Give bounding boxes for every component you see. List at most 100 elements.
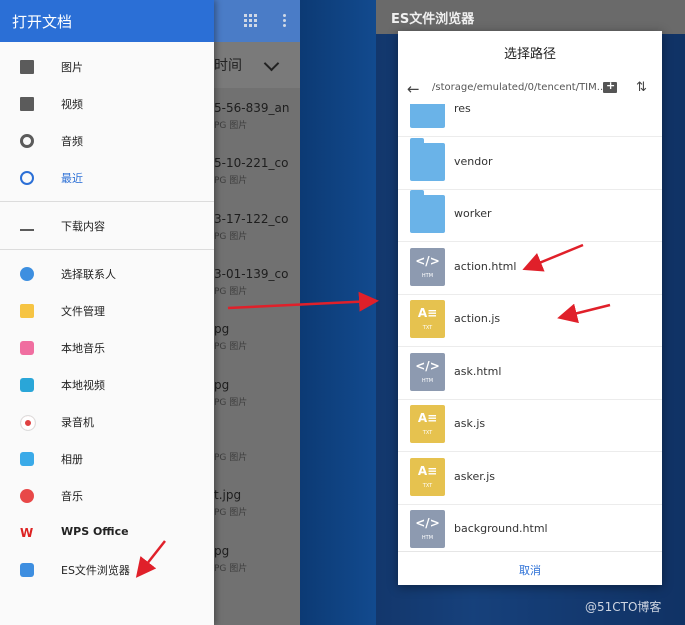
background-file-row[interactable]: 5-10-221_co PG 图片 (214, 156, 300, 196)
drawer-item-label: 选择联系人 (61, 268, 116, 281)
file-list-item[interactable]: </> HTM action.html (398, 242, 662, 295)
recorder-icon (20, 415, 36, 431)
new-folder-icon[interactable] (603, 79, 617, 93)
drawer-item-label: 录音机 (61, 416, 94, 429)
file-list-item[interactable]: </> HTM background.html (398, 504, 662, 549)
es-explorer-icon (20, 563, 34, 577)
sort-label: 时间 (214, 58, 242, 74)
background-file-row[interactable]: 3-01-139_co PG 图片 (214, 267, 300, 307)
file-list-item[interactable]: A≡ TXT asker.js (398, 452, 662, 505)
html-file-icon: </> HTM (410, 510, 445, 548)
watermark: @51CTO博客 (585, 600, 662, 614)
js-file-icon: A≡ TXT (410, 457, 445, 496)
js-file-icon: A≡ TXT (410, 405, 445, 443)
contacts-icon (20, 267, 34, 281)
drawer-item[interactable]: 下载内容 (0, 208, 214, 244)
background-file-meta: PG 图片 (214, 176, 248, 186)
background-file-name: 3-01-139_co (214, 267, 289, 281)
background-file-name: t.jpg (214, 488, 242, 502)
drawer-item[interactable]: ES文件浏览器 (0, 552, 214, 588)
back-arrow-icon[interactable]: ← (407, 80, 420, 98)
drawer-item[interactable]: 文件管理 (0, 293, 214, 329)
file-name: res (454, 104, 471, 115)
drawer-item-label: WPS Office (61, 525, 129, 538)
js-file-icon: A≡ TXT (410, 300, 445, 338)
sort-icon[interactable]: ⇅ (636, 80, 647, 95)
background-file-row[interactable]: 5-56-839_an PG 图片 (214, 101, 300, 141)
background-file-meta: PG 图片 (214, 398, 248, 408)
folder-icon (410, 190, 445, 233)
folder-icon (20, 304, 34, 318)
dialog-title: 选择路径 (503, 47, 556, 62)
file-list-item[interactable]: </> HTM ask.html (398, 347, 662, 400)
file-list-item[interactable]: vendor (398, 137, 662, 190)
drawer-item[interactable]: 相册 (0, 441, 214, 477)
cancel-button[interactable]: 取消 (398, 562, 662, 578)
video-app-icon (20, 378, 34, 392)
background-file-meta: PG 图片 (214, 508, 248, 518)
drawer-item[interactable]: 视频 (0, 86, 214, 122)
es-window-title: ES文件浏览器 (391, 12, 475, 27)
background-file-name: pg (214, 378, 230, 392)
wps-icon: W (20, 526, 34, 540)
file-list-item[interactable]: worker (398, 189, 662, 242)
background-file-name: 5-56-839_an (214, 101, 290, 115)
drawer-item[interactable]: 音频 (0, 123, 214, 159)
file-name: background.html (454, 522, 548, 535)
more-options-icon[interactable] (283, 14, 287, 28)
background-file-row[interactable]: 3-17-122_co PG 图片 (214, 212, 300, 252)
drawer-item[interactable]: 录音机 (0, 404, 214, 440)
background-file-meta: PG 图片 (214, 121, 248, 131)
file-name: vendor (454, 154, 493, 168)
folder-icon (410, 104, 445, 128)
drawer-item[interactable]: 音乐 (0, 478, 214, 514)
background-file-name: 5-10-221_co (214, 156, 289, 170)
drawer-item-label: 最近 (61, 172, 83, 185)
drawer-item[interactable]: 本地音乐 (0, 330, 214, 366)
background-file-meta: PG 图片 (214, 564, 248, 574)
music-icon (20, 489, 34, 503)
drawer-item[interactable]: 本地视频 (0, 367, 214, 403)
file-name: asker.js (454, 469, 496, 483)
current-path: /storage/emulated/0/tencent/TIM... (432, 82, 607, 93)
drawer-divider (0, 201, 214, 202)
gallery-icon (20, 452, 34, 466)
drawer-item[interactable]: 最近 (0, 160, 214, 196)
file-list-item[interactable]: A≡ TXT ask.js (398, 399, 662, 452)
drawer-item-label: 视频 (61, 98, 83, 111)
download-icon (20, 219, 34, 231)
file-name: ask.html (454, 364, 502, 378)
background-file-row[interactable]: t.jpg PG 图片 (214, 488, 300, 528)
folder-icon (410, 137, 445, 181)
background-file-name: pg (214, 544, 230, 558)
file-name: action.html (454, 259, 517, 273)
background-file-meta: PG 图片 (214, 453, 248, 463)
file-name: action.js (454, 312, 501, 325)
drawer-item[interactable]: W WPS Office (0, 515, 214, 551)
drawer-item[interactable]: 选择联系人 (0, 256, 214, 292)
drawer-item-label: 本地音乐 (61, 342, 105, 355)
background-file-name: 3-17-122_co (214, 212, 289, 226)
background-file-row[interactable]: pg PG 图片 (214, 378, 300, 418)
background-file-meta: PG 图片 (214, 232, 248, 242)
drawer-item-label: 音乐 (61, 490, 83, 503)
background-file-row[interactable]: pg PG 图片 (214, 322, 300, 362)
video-icon (20, 97, 34, 111)
grid-view-icon[interactable] (244, 14, 258, 27)
drawer-item-label: 文件管理 (61, 305, 105, 318)
drawer-item-label: 图片 (61, 61, 83, 74)
file-list-item[interactable]: A≡ TXT action.js (398, 294, 662, 347)
background-file-row[interactable]: pg PG 图片 (214, 544, 300, 584)
file-name: worker (454, 207, 492, 220)
drawer-item-label: 相册 (61, 453, 83, 466)
background-file-row[interactable]: PG 图片 (214, 433, 300, 473)
audio-icon (20, 134, 34, 148)
background-file-meta: PG 图片 (214, 342, 248, 352)
drawer-item[interactable]: 图片 (0, 49, 214, 85)
drawer-item-label: 下载内容 (61, 220, 105, 233)
clock-icon (20, 171, 34, 185)
background-file-meta: PG 图片 (214, 287, 248, 297)
drawer-title: 打开文档 (12, 13, 73, 31)
file-list-item[interactable]: res (398, 104, 662, 137)
dialog-file-list: res vendor worker </> HTM action.html A≡ TXT act… (398, 104, 662, 549)
